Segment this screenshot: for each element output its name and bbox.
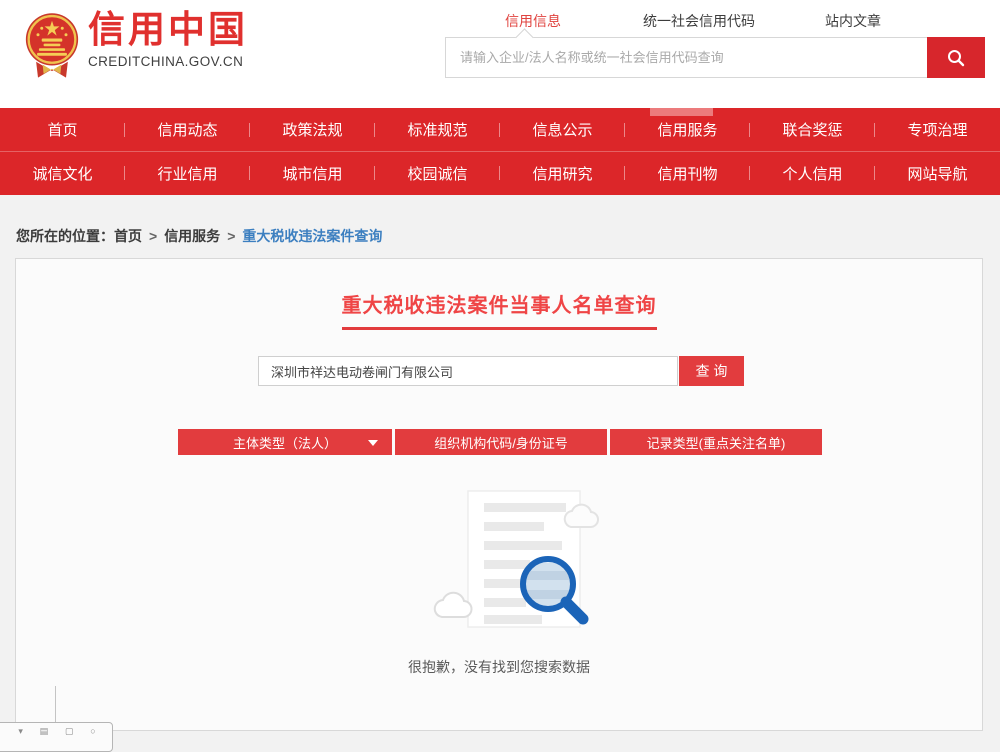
breadcrumb-separator: > [227,228,235,244]
query-button[interactable]: 查 询 [679,356,744,386]
column-record-type[interactable]: 记录类型(重点关注名单) [610,429,822,455]
filter-subject-type-label: 主体类型（法人） [233,433,337,452]
result-table-header: 主体类型（法人） 组织机构代码/身份证号 记录类型(重点关注名单) [178,429,822,455]
toolbar-glyph-icon: ▢ [65,727,74,736]
breadcrumb: 您所在的位置：首页 > 信用服务 > 重大税收违法案件查询 [16,226,382,246]
header-tab-unified-code[interactable]: 统一社会信用代码 [643,11,755,31]
site-header: 信用中国 CREDITCHINA.GOV.CN 信用信息 统一社会信用代码 站内… [0,0,1000,108]
toolbar-glyph-icon: ▤ [40,727,49,736]
nav-row-1: 首页 信用动态 政策法规 标准规范 信息公示 信用服务 联合奖惩 专项治理 [0,108,1000,152]
header-search-input[interactable] [445,37,927,78]
column-org-code-label: 组织机构代码/身份证号 [434,433,568,452]
breadcrumb-prefix: 您所在的位置： [16,228,114,244]
cutoff-toolbar-popup[interactable]: ▾ ▤ ▢ ○ [0,722,113,752]
breadcrumb-separator: > [149,228,157,244]
no-results-illustration [421,471,611,646]
nav-item-special-governance[interactable]: 专项治理 [875,108,1000,151]
search-icon [946,48,966,68]
filter-subject-type[interactable]: 主体类型（法人） [178,429,392,455]
nav-item-home[interactable]: 首页 [0,108,125,151]
chevron-down-icon [368,440,378,446]
nav-item-credit-research[interactable]: 信用研究 [500,152,625,194]
nav-item-integrity-culture[interactable]: 诚信文化 [0,152,125,194]
national-emblem-icon [24,12,80,78]
breadcrumb-current-page[interactable]: 重大税收违法案件查询 [242,228,382,244]
main-navigation: 首页 信用动态 政策法规 标准规范 信息公示 信用服务 联合奖惩 专项治理 诚信… [0,108,1000,195]
nav-item-campus-integrity[interactable]: 校园诚信 [375,152,500,194]
no-results-message: 很抱歉，没有找到您搜索数据 [16,657,982,677]
nav-item-city-credit[interactable]: 城市信用 [250,152,375,194]
breadcrumb-home[interactable]: 首页 [114,228,142,244]
nav-item-credit-news[interactable]: 信用动态 [125,108,250,151]
nav-item-personal-credit[interactable]: 个人信用 [750,152,875,194]
nav-item-info-disclosure[interactable]: 信息公示 [500,108,625,151]
logo-text: 信用中国 CREDITCHINA.GOV.CN [88,8,248,69]
column-org-code[interactable]: 组织机构代码/身份证号 [395,429,607,455]
nav-item-joint-rewards[interactable]: 联合奖惩 [750,108,875,151]
header-tab-credit-info[interactable]: 信用信息 [505,11,561,31]
site-domain: CREDITCHINA.GOV.CN [88,54,248,69]
popup-pointer-line [55,686,56,723]
site-logo[interactable]: 信用中国 CREDITCHINA.GOV.CN [24,8,248,78]
query-bar: 查 询 [258,356,744,386]
nav-item-policies[interactable]: 政策法规 [250,108,375,151]
content-panel: 重大税收违法案件当事人名单查询 查 询 主体类型（法人） 组织机构代码/身份证号… [15,258,983,731]
nav-item-credit-publications[interactable]: 信用刊物 [625,152,750,194]
column-record-type-label: 记录类型(重点关注名单) [647,433,786,452]
company-search-input[interactable] [258,356,678,386]
site-title: 信用中国 [88,8,248,52]
toolbar-glyph-icon: ○ [90,727,95,736]
header-tab-site-articles[interactable]: 站内文章 [825,11,881,31]
page-title: 重大税收违法案件当事人名单查询 [342,289,657,330]
nav-row-2: 诚信文化 行业信用 城市信用 校园诚信 信用研究 信用刊物 个人信用 网站导航 [0,152,1000,194]
nav-item-standards[interactable]: 标准规范 [375,108,500,151]
breadcrumb-credit-services[interactable]: 信用服务 [164,228,220,244]
nav-item-industry-credit[interactable]: 行业信用 [125,152,250,194]
nav-item-credit-services[interactable]: 信用服务 [625,108,750,151]
toolbar-glyph-icon: ▾ [18,727,23,736]
nav-item-site-map[interactable]: 网站导航 [875,152,1000,194]
header-search-button[interactable] [927,37,985,78]
